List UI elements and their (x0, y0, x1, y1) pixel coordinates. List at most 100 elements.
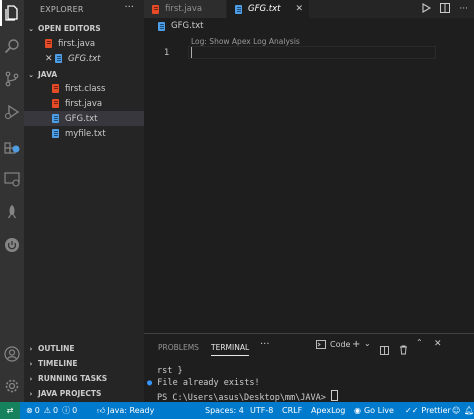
broadcast-icon: ◉ (354, 406, 361, 415)
file-label: first.class (65, 83, 106, 94)
run-debug-icon[interactable] (3, 103, 21, 121)
eol-indicator[interactable]: CRLF (282, 402, 302, 419)
split-editor-icon[interactable] (440, 2, 451, 16)
error-icon: ⊗ (26, 406, 33, 415)
open-editors-label: OPEN EDITORS (38, 24, 101, 33)
breadcrumb-label: GFG.txt (171, 21, 204, 31)
status-dot-icon: ● (147, 378, 158, 388)
close-icon[interactable]: ✕ (295, 4, 303, 14)
text-file-icon (235, 4, 242, 14)
breadcrumb[interactable]: GFG.txt (158, 21, 203, 31)
open-editor-item[interactable]: ✕ GFG.txt (24, 51, 144, 66)
running-tasks-label: RUNNING TASKS (38, 374, 108, 383)
remote-indicator-icon[interactable]: ⇄ (0, 402, 20, 419)
run-icon[interactable] (421, 2, 432, 16)
chevron-down-icon: ⌄ (28, 70, 34, 79)
go-live-button[interactable]: ◉ Go Live (354, 402, 394, 419)
extensions-icon[interactable] (3, 137, 21, 155)
java-projects-label: JAVA PROJECTS (38, 389, 102, 398)
indentation-indicator[interactable]: Spaces: 4 (205, 402, 244, 419)
tab-label: first.java (165, 4, 203, 14)
rocket-icon[interactable] (3, 203, 21, 221)
encoding-indicator[interactable]: UTF-8 (250, 402, 273, 419)
trash-icon[interactable] (399, 340, 408, 359)
terminal-text: File already exists! (157, 378, 260, 388)
open-editor-label: first.java (58, 38, 96, 49)
text-file-icon (52, 114, 59, 123)
account-icon[interactable] (3, 345, 21, 363)
java-folder-header[interactable]: ⌄ JAVA (24, 68, 144, 81)
prettier-indicator[interactable]: ✓✓ Prettier (405, 402, 451, 419)
tab-gfg-txt[interactable]: GFG.txt ✕ (227, 0, 309, 18)
java-file-icon (52, 84, 59, 93)
running-tasks-header[interactable]: › RUNNING TASKS (24, 372, 144, 385)
line-number: 1 (164, 48, 170, 58)
bottom-panel: PROBLEMS TERMINAL ··· Code + ⌄ ⌃ ✕ rst }… (144, 333, 474, 403)
tab-first-java[interactable]: first.java (144, 0, 226, 18)
apexlog-indicator[interactable]: ApexLog (311, 402, 345, 419)
close-icon[interactable]: ✕ (434, 339, 442, 349)
settings-gear-icon[interactable] (3, 377, 21, 395)
editor-tabs: first.java GFG.txt ✕ ··· (144, 0, 474, 18)
account-status-icon[interactable]: ☺ (452, 402, 460, 419)
remote-explorer-icon[interactable] (3, 170, 21, 188)
java-projects-header[interactable]: › JAVA PROJECTS (24, 387, 144, 400)
chevron-down-icon: ⌄ (28, 24, 34, 33)
java-file-icon (45, 39, 52, 48)
explorer-sidebar: EXPLORER ··· ⌄ OPEN EDITORS first.java ✕… (24, 0, 144, 402)
source-control-icon[interactable] (3, 70, 21, 88)
status-bar: ⇄ ⊗ 0 ⚠ 0 ⓘ 0 👍︎ Java: Ready Spaces: 4 UTF-8… (0, 402, 474, 419)
current-line-highlight (188, 46, 436, 59)
java-file-icon (52, 99, 59, 108)
thumbs-up-icon: 👍︎ (97, 405, 106, 415)
close-icon[interactable]: ✕ (45, 54, 53, 64)
java-status[interactable]: 👍︎ Java: Ready (97, 402, 154, 419)
info-icon: ⓘ (62, 406, 71, 415)
file-item-gfg-txt[interactable]: GFG.txt (24, 111, 144, 126)
editor-actions: ··· (421, 0, 474, 18)
chevron-up-icon[interactable]: ⌃ (416, 338, 423, 347)
file-label: myfile.txt (65, 128, 106, 139)
terminal-cursor (331, 390, 338, 401)
open-editor-label: GFG.txt (68, 53, 101, 64)
bell-icon[interactable]: 🔔︎ (464, 402, 474, 419)
file-item-myfile-txt[interactable]: myfile.txt (24, 126, 144, 141)
java-file-icon (152, 4, 159, 14)
codelens-apex-log[interactable]: Log: Show Apex Log Analysis (191, 37, 300, 46)
chevron-right-icon: › (29, 344, 33, 353)
prettier-label: Prettier (421, 406, 451, 415)
java-folder-label: JAVA (38, 70, 58, 79)
more-actions-icon[interactable]: ··· (459, 4, 468, 14)
outline-header[interactable]: › OUTLINE (24, 342, 144, 355)
terminal-line: ● File already exists! (147, 378, 260, 388)
file-item-first-java[interactable]: first.java (24, 96, 144, 111)
power-icon[interactable] (3, 236, 21, 254)
check-double-icon: ✓✓ (405, 406, 419, 415)
info-count: 0 (72, 406, 78, 415)
text-cursor (191, 47, 192, 58)
timeline-header[interactable]: › TIMELINE (24, 357, 144, 370)
tab-terminal[interactable]: TERMINAL (211, 343, 250, 356)
split-terminal-icon[interactable] (380, 340, 389, 359)
terminal-line: rst } (157, 366, 183, 376)
open-editor-item[interactable]: first.java (24, 36, 144, 51)
explorer-title: EXPLORER (40, 5, 84, 14)
problems-indicator[interactable]: ⊗ 0 ⚠ 0 ⓘ 0 (26, 402, 77, 419)
tab-label: GFG.txt (248, 4, 281, 14)
timeline-label: TIMELINE (38, 359, 78, 368)
open-editors-header[interactable]: ⌄ OPEN EDITORS (24, 22, 144, 35)
file-item-first-class[interactable]: first.class (24, 81, 144, 96)
java-status-label: Java: Ready (107, 406, 155, 415)
chevron-down-icon[interactable]: ⌄ (364, 339, 371, 348)
file-label: GFG.txt (65, 113, 98, 124)
explorer-icon[interactable] (0, 0, 21, 26)
terminal-icon (316, 340, 326, 349)
text-file-icon (52, 129, 59, 138)
terminal-selector[interactable]: Code (316, 340, 350, 349)
new-terminal-icon[interactable]: + (352, 339, 360, 350)
more-actions-icon[interactable]: ··· (124, 2, 134, 13)
panel-more-icon[interactable]: ··· (260, 339, 270, 350)
text-file-icon (158, 21, 165, 31)
tab-problems[interactable]: PROBLEMS (158, 343, 199, 352)
search-icon[interactable] (3, 37, 21, 55)
